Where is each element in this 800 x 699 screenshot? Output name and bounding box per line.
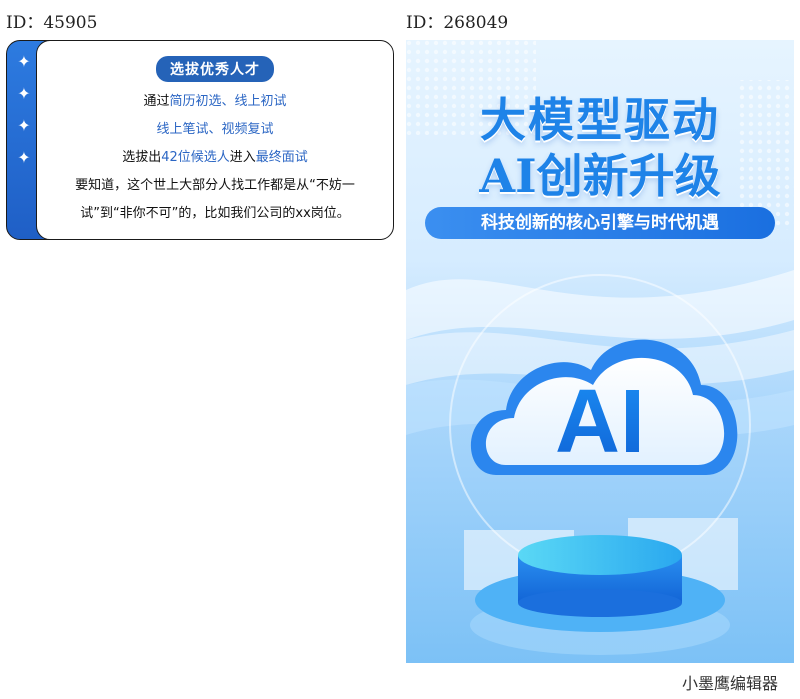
- template-id-label: ID：45905: [6, 13, 98, 33]
- poster-title-line2: AI创新升级: [479, 149, 721, 203]
- text-line: 选拔出42位候选人进入最终面试: [37, 144, 393, 172]
- sparkle-icon: ✦: [17, 84, 31, 103]
- text-line: 线上笔试、视频复试: [156, 122, 274, 137]
- text-line: 通过简历初选、线上初试: [37, 88, 393, 116]
- template-card-left[interactable]: ✦ ✦ ✦ ✦ 选拔优秀人才 通过简历初选、线上初试 线上笔试、视频复试 选拔出…: [6, 40, 394, 241]
- template-poster-right[interactable]: AI 大模型驱动 AI创新升级 科技创新的核心引擎与时代机遇: [406, 40, 794, 663]
- text-fragment: 进入: [229, 150, 256, 165]
- text-fragment: 通过: [143, 94, 170, 109]
- highlight-text: 简历初选、线上初试: [169, 94, 287, 109]
- poster-subtitle-banner: 科技创新的核心引擎与时代机遇: [425, 207, 775, 239]
- template-id-label: ID：268049: [406, 13, 509, 33]
- cloud-ai-text: AI: [555, 372, 645, 472]
- card-body: 选拔优秀人才 通过简历初选、线上初试 线上笔试、视频复试 选拔出42位候选人进入…: [36, 40, 394, 240]
- text-line: 要知道，这个世上大部分人找工作都是从“不妨一: [75, 178, 355, 193]
- sparkle-icon: ✦: [17, 52, 31, 71]
- highlight-text: 最终面试: [255, 150, 308, 165]
- sparkle-icon: ✦: [17, 116, 31, 135]
- section-title-pill: 选拔优秀人才: [156, 56, 274, 82]
- highlight-text: 42位候选人: [161, 150, 230, 165]
- watermark-caption: 小墨鹰编辑器: [681, 674, 778, 693]
- sparkle-icon: ✦: [17, 148, 31, 167]
- text-line: 试”到“非你不可”的，比如我们公司的xx岗位。: [80, 206, 350, 221]
- text-fragment: 选拔出: [122, 150, 162, 165]
